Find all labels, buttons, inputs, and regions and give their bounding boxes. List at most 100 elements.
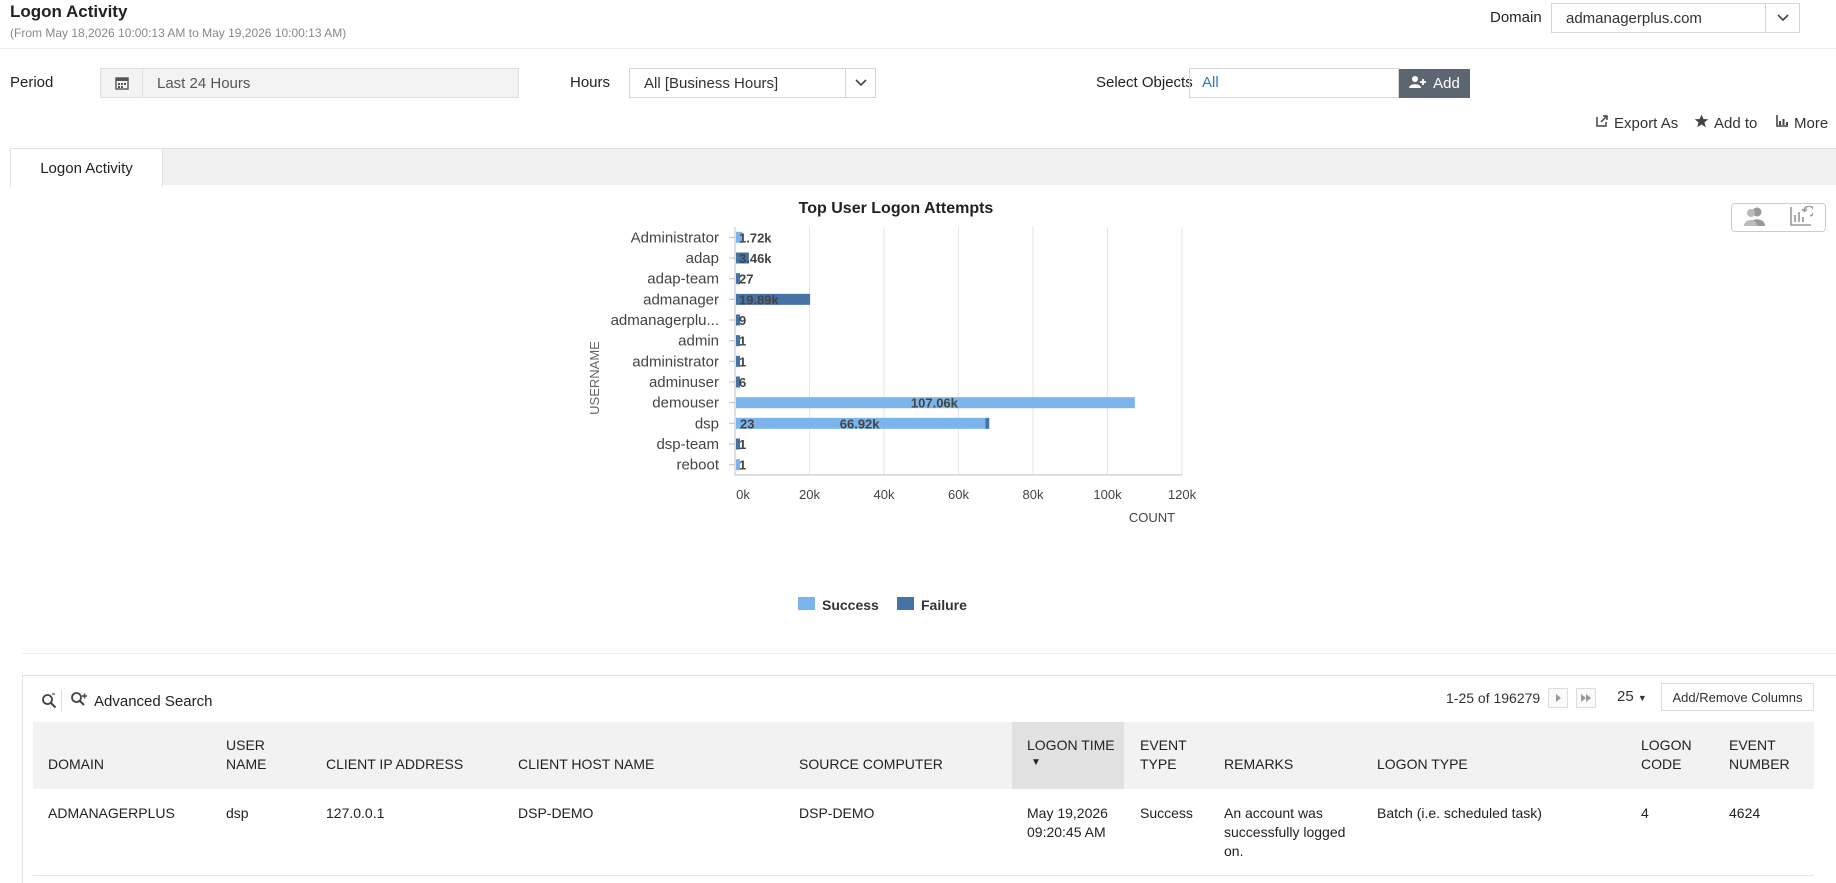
cell-remarks-1: An account was xyxy=(1224,805,1323,821)
column-header-user-name-l1[interactable]: USER xyxy=(226,737,265,753)
bar-data-label: 1 xyxy=(739,437,746,452)
y-category-label: admin xyxy=(678,333,719,350)
y-category-label: adap xyxy=(686,250,719,267)
cell-time-clock: 09:20:45 AM xyxy=(1027,824,1106,840)
chevron-down-icon[interactable] xyxy=(845,69,875,97)
column-header-remarks[interactable]: REMARKS xyxy=(1224,756,1293,772)
bar-data-label: 19.89k xyxy=(739,292,780,307)
page-size-value: 25 xyxy=(1617,688,1634,705)
bar-data-label: 66.92k xyxy=(840,416,881,431)
advanced-search-label: Advanced Search xyxy=(94,692,213,710)
bar-data-label: 1.72k xyxy=(739,230,772,245)
y-category-label: demouser xyxy=(652,395,719,412)
column-header-user-name-l2[interactable]: NAME xyxy=(226,756,266,772)
y-axis-title: USERNAME xyxy=(587,341,602,415)
cell-user: dsp xyxy=(226,805,249,821)
column-header-event-number-l2[interactable]: NUMBER xyxy=(1729,756,1790,772)
domain-value: admanagerplus.com xyxy=(1566,9,1702,27)
add-to-label: Add to xyxy=(1714,114,1758,132)
bar-data-label: 107.06k xyxy=(911,396,959,411)
row-divider xyxy=(33,875,1814,876)
column-header-logon-code-l1[interactable]: LOGON xyxy=(1641,737,1692,753)
column-header-client-host[interactable]: CLIENT HOST NAME xyxy=(518,756,654,772)
next-page-button[interactable] xyxy=(1548,688,1569,708)
top-user-logon-chart: Top User Logon Attempts 0k 20k 40k 60k 80k 100… xyxy=(587,200,1197,613)
bar-data-label: 9 xyxy=(739,313,746,328)
y-category-label: dsp-team xyxy=(656,436,719,453)
tab-bar: Logon Activity xyxy=(10,148,1836,187)
bar-data-label: 1 xyxy=(739,334,746,349)
add-objects-button[interactable]: Add xyxy=(1399,69,1470,98)
cell-source: DSP-DEMO xyxy=(799,805,875,821)
y-category-label: admanager xyxy=(643,291,719,308)
add-user-icon xyxy=(1409,75,1427,93)
bar-data-label: 6 xyxy=(739,375,746,390)
add-remove-columns-button[interactable]: Add/Remove Columns xyxy=(1661,683,1814,711)
column-header-event-number-l1[interactable]: EVENT xyxy=(1729,737,1776,753)
x-tick-label: 60k xyxy=(948,487,969,502)
add-to-button[interactable]: Add to xyxy=(1694,114,1757,132)
legend-swatch-failure xyxy=(897,597,914,610)
star-icon xyxy=(1694,114,1709,132)
chart-view-toggle[interactable] xyxy=(1731,203,1826,232)
select-objects-input[interactable]: All xyxy=(1189,68,1399,98)
cell-logon-code: 4 xyxy=(1641,805,1649,821)
x-tick-label: 20k xyxy=(799,487,820,502)
column-header-client-ip[interactable]: CLIENT IP ADDRESS xyxy=(326,756,463,772)
pager-text: 1-25 of 196279 xyxy=(1446,690,1541,706)
cell-ip: 127.0.0.1 xyxy=(326,805,385,821)
last-page-button[interactable] xyxy=(1576,688,1597,708)
tab-logon-activity[interactable]: Logon Activity xyxy=(10,149,163,187)
cell-time-date: May 19,2026 xyxy=(1027,805,1108,821)
section-divider xyxy=(22,653,1836,654)
advanced-search[interactable]: Advanced Search xyxy=(36,690,212,712)
bar-data-label: 27 xyxy=(739,272,753,287)
header-divider xyxy=(0,48,1836,49)
period-select[interactable]: Last 24 Hours xyxy=(100,68,519,98)
period-label: Period xyxy=(10,74,54,91)
domain-label: Domain xyxy=(1490,9,1542,26)
x-tick-label: 100k xyxy=(1093,487,1122,502)
column-header-source-computer[interactable]: SOURCE COMPUTER xyxy=(799,756,943,772)
users-icon[interactable] xyxy=(1743,206,1766,229)
advanced-search-icon xyxy=(70,691,88,711)
column-header-event-type-l2[interactable]: TYPE xyxy=(1140,756,1177,772)
bar-data-label: 3.46k xyxy=(739,251,772,266)
bar-data-label: 1 xyxy=(739,458,746,473)
column-header-event-type-l1[interactable]: EVENT xyxy=(1140,737,1187,753)
x-tick-label: 120k xyxy=(1168,487,1197,502)
chart-refresh-icon[interactable] xyxy=(1789,205,1816,229)
quick-search-icon[interactable] xyxy=(36,690,62,712)
cell-host: DSP-DEMO xyxy=(518,805,594,821)
x-tick-label: 80k xyxy=(1023,487,1044,502)
cell-event-type: Success xyxy=(1140,805,1193,821)
more-button[interactable]: More xyxy=(1775,114,1828,132)
more-label: More xyxy=(1794,114,1829,132)
chart-title: Top User Logon Attempts xyxy=(799,200,994,217)
column-header-logon-code-l2[interactable]: CODE xyxy=(1641,756,1681,772)
column-header-logon-time[interactable]: LOGON TIME xyxy=(1027,737,1115,753)
cell-remarks-2: successfully logged xyxy=(1224,824,1346,840)
page-size-select[interactable]: 25 ▼ xyxy=(1617,688,1647,705)
chevron-down-icon[interactable] xyxy=(1765,4,1799,32)
add-button-label: Add xyxy=(1433,75,1460,92)
domain-select[interactable]: admanagerplus.com xyxy=(1551,3,1800,33)
pagination: 1-25 of 196279 xyxy=(1446,688,1597,708)
y-category-label: Administrator xyxy=(631,229,719,246)
sort-desc-icon[interactable]: ▼ xyxy=(1031,757,1041,768)
hours-select[interactable]: All [Business Hours] xyxy=(629,68,876,98)
column-header-domain[interactable]: DOMAIN xyxy=(48,756,104,772)
y-category-label: adap-team xyxy=(647,271,719,288)
date-range-subtitle: (From May 18,2026 10:00:13 AM to May 19,… xyxy=(10,26,347,40)
legend-label-success: Success xyxy=(822,597,879,613)
period-value: Last 24 Hours xyxy=(157,74,251,92)
y-category-label: adminuser xyxy=(649,374,719,391)
bar-failure xyxy=(985,417,990,429)
caret-down-icon: ▼ xyxy=(1637,693,1647,703)
legend-swatch-success xyxy=(798,597,815,610)
calendar-icon[interactable] xyxy=(101,69,143,97)
y-category-label: reboot xyxy=(676,457,719,474)
x-tick-label: 0k xyxy=(736,487,750,502)
export-as-button[interactable]: Export As xyxy=(1595,114,1678,132)
column-header-logon-type[interactable]: LOGON TYPE xyxy=(1377,756,1468,772)
